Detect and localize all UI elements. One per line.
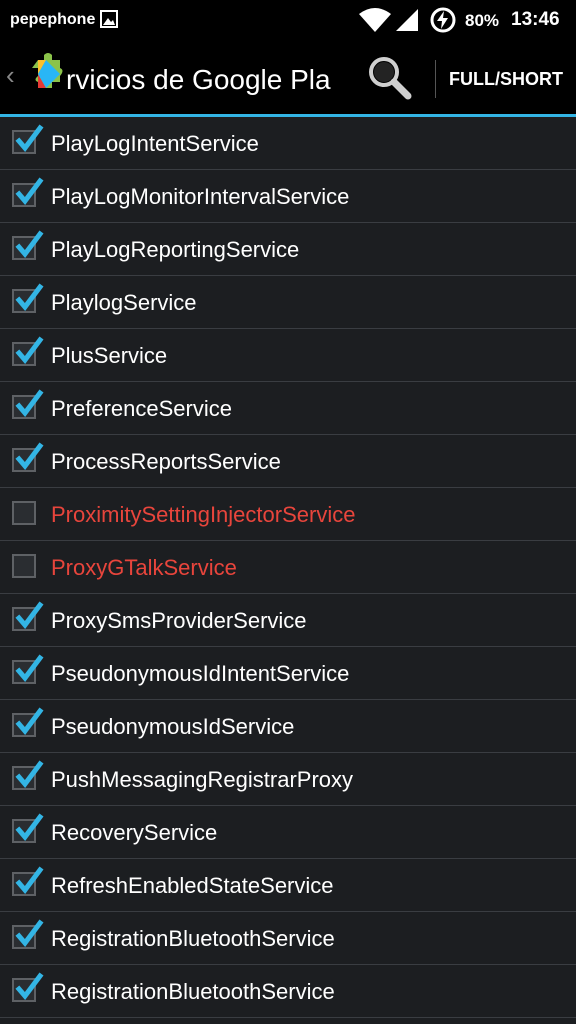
checkbox-checked[interactable]	[12, 177, 44, 207]
list-item[interactable]: ProxySmsProviderService	[0, 594, 576, 647]
service-name: PlayLogMonitorIntervalService	[51, 184, 350, 209]
service-name: PseudonymousIdIntentService	[51, 661, 350, 686]
checkbox-checked[interactable]	[12, 972, 44, 1002]
checkbox-checked[interactable]	[12, 336, 44, 366]
list-item[interactable]: PushMessagingRegistrarProxy	[0, 753, 576, 806]
wifi-icon	[358, 8, 392, 37]
service-name: ProxyGTalkService	[51, 555, 237, 580]
list-item[interactable]: ProcessReportsService	[0, 435, 576, 488]
list-item[interactable]: ProxyGTalkService	[0, 541, 576, 594]
service-name: PlayLogReportingService	[51, 237, 300, 262]
checkbox-unchecked[interactable]	[12, 554, 36, 578]
list-item[interactable]: PseudonymousIdService	[0, 700, 576, 753]
list-item[interactable]: PlusService	[0, 329, 576, 382]
list-item[interactable]: PseudonymousIdIntentService	[0, 647, 576, 700]
page-title: rvicios de Google Pla	[66, 64, 331, 95]
list-item[interactable]: RecoveryService	[0, 806, 576, 859]
checkbox-checked[interactable]	[12, 707, 44, 737]
cell-signal-icon	[395, 8, 419, 37]
checkbox-checked[interactable]	[12, 283, 44, 313]
service-name: ProxySmsProviderService	[51, 608, 307, 633]
list-item[interactable]: PlayLogReportingService	[0, 223, 576, 276]
checkbox-unchecked[interactable]	[12, 501, 36, 525]
service-name: PlusService	[51, 343, 168, 368]
checkbox-checked[interactable]	[12, 389, 44, 419]
checkbox-checked[interactable]	[12, 654, 44, 684]
list-item[interactable]: PlaylogService	[0, 276, 576, 329]
list-item[interactable]: RegistrationBluetoothService	[0, 965, 576, 1018]
list-item[interactable]: PlayLogMonitorIntervalService	[0, 170, 576, 223]
checkbox-checked[interactable]	[12, 919, 44, 949]
google-play-services-icon[interactable]	[24, 52, 66, 103]
battery-percentage: 80%	[465, 11, 500, 30]
service-name: RegistrationBluetoothService	[51, 979, 335, 1004]
list-item[interactable]: ProximitySettingInjectorService	[0, 488, 576, 541]
checkbox-checked[interactable]	[12, 760, 44, 790]
service-name: PreferenceService	[51, 396, 232, 421]
battery-charging-icon	[430, 7, 456, 38]
list-item[interactable]: PlayLogIntentService	[0, 117, 576, 170]
service-name: ProcessReportsService	[51, 449, 281, 474]
service-name: PseudonymousIdService	[51, 714, 295, 739]
status-bar: pepephone 80% 13:46	[0, 0, 576, 40]
list-item[interactable]: RegistrationBluetoothService	[0, 912, 576, 965]
action-bar: ‹ rvicios de Google Pla FULL/SHORT	[0, 40, 576, 117]
checkbox-checked[interactable]	[12, 866, 44, 896]
list-item[interactable]: PreferenceService	[0, 382, 576, 435]
clock: 13:46	[511, 9, 560, 30]
service-name: ProximitySettingInjectorService	[51, 502, 356, 527]
carrier-name: pepephone	[10, 11, 96, 28]
checkbox-checked[interactable]	[12, 124, 44, 154]
list-item[interactable]: RefreshEnabledStateService	[0, 859, 576, 912]
full-short-toggle-button[interactable]: FULL/SHORT	[436, 40, 576, 114]
image-notification-icon	[100, 10, 118, 33]
service-list: PlayLogIntentService PlayLogMonitorInterv…	[0, 117, 576, 1024]
service-name: RecoveryService	[51, 820, 218, 845]
service-name: PlaylogService	[51, 290, 197, 315]
service-name: RefreshEnabledStateService	[51, 873, 334, 898]
search-icon[interactable]	[362, 54, 418, 104]
checkbox-checked[interactable]	[12, 813, 44, 843]
service-name: PlayLogIntentService	[51, 131, 259, 156]
checkbox-checked[interactable]	[12, 442, 44, 472]
service-name: RegistrationBluetoothService	[51, 926, 335, 951]
back-chevron-icon[interactable]: ‹	[6, 62, 15, 88]
service-name: PushMessagingRegistrarProxy	[51, 767, 354, 792]
checkbox-checked[interactable]	[12, 230, 44, 260]
checkbox-checked[interactable]	[12, 601, 44, 631]
